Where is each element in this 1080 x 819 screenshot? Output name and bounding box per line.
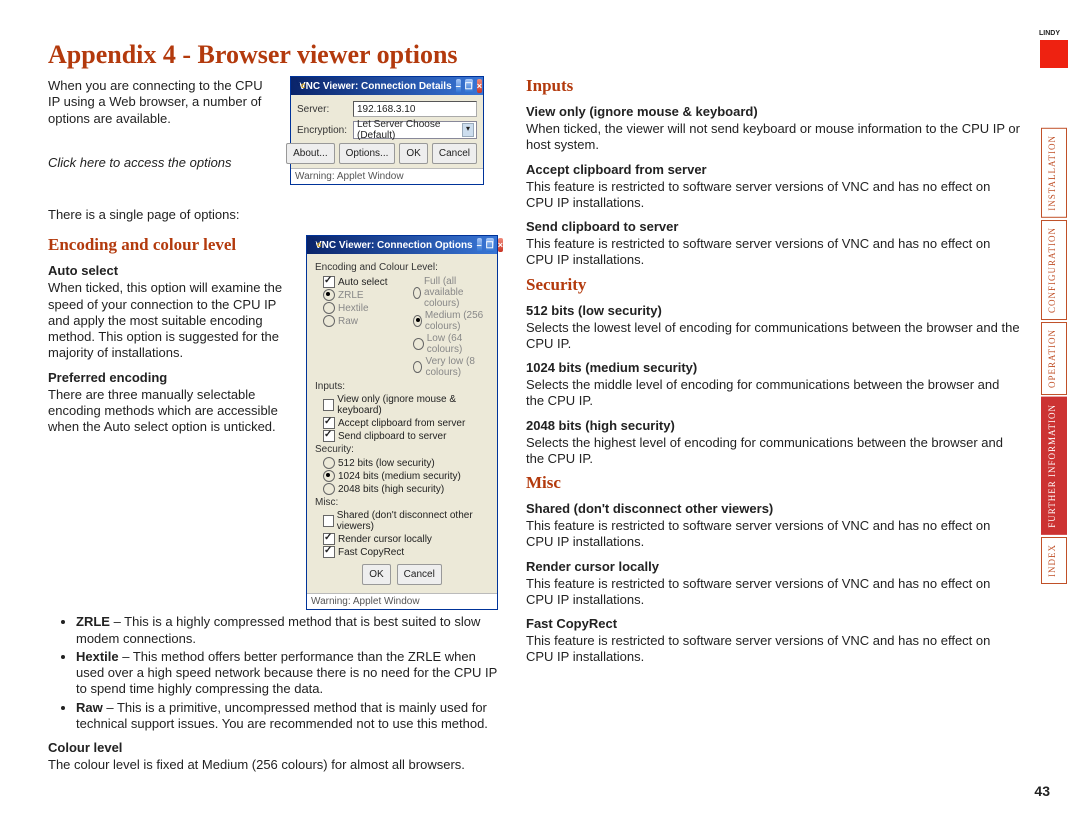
brand-logo <box>1040 40 1068 68</box>
nav-configuration[interactable]: Configuration <box>1041 220 1067 320</box>
auto-select-heading: Auto select <box>48 263 296 278</box>
sec1024-text: Selects the middle level of encoding for… <box>526 377 1020 410</box>
minimize-icon[interactable]: – <box>456 79 461 93</box>
group-security: Security: <box>315 444 491 455</box>
encryption-label: Encryption: <box>297 125 349 136</box>
group-misc: Misc: <box>315 497 491 508</box>
page-number: 43 <box>1034 783 1050 799</box>
low-colour-radio[interactable] <box>413 338 424 350</box>
close-icon[interactable]: × <box>498 238 503 252</box>
options-caption: Click here to access the options <box>48 155 278 171</box>
page-title: Appendix 4 - Browser viewer options <box>48 40 1020 70</box>
server-input[interactable]: 192.168.3.10 <box>353 101 477 117</box>
cancel-button[interactable]: Cancel <box>397 564 442 585</box>
preferred-encoding-text: There are three manually selectable enco… <box>48 387 296 436</box>
options-button[interactable]: Options... <box>339 143 396 164</box>
viewonly-checkbox[interactable] <box>323 399 334 411</box>
sec512-radio[interactable] <box>323 457 335 469</box>
list-item: Hextile – This method offers better perf… <box>76 649 498 698</box>
applet-warning: Warning: Applet Window <box>291 168 483 184</box>
list-item: Raw – This is a primitive, uncompressed … <box>76 700 498 733</box>
dialog-title: VNC Viewer: Connection Details <box>299 81 452 92</box>
brand-text: LINDY <box>1039 30 1060 37</box>
sec512-heading: 512 bits (low security) <box>526 303 1020 318</box>
sec2048-heading: 2048 bits (high security) <box>526 418 1020 433</box>
vnc-options-dialog: VNC Viewer: Connection Options – ☐ × Enc… <box>306 235 498 610</box>
render-heading: Render cursor locally <box>526 559 1020 574</box>
vlow-colour-radio[interactable] <box>413 361 422 373</box>
medium-colour-radio[interactable] <box>413 315 422 327</box>
shared-text: This feature is restricted to software s… <box>526 518 1020 551</box>
list-item: ZRLE – This is a highly compressed metho… <box>76 614 498 647</box>
nav-operation[interactable]: Operation <box>1041 322 1067 395</box>
about-button[interactable]: About... <box>286 143 334 164</box>
accept-clipboard-checkbox[interactable] <box>323 417 335 429</box>
nav-index[interactable]: Index <box>1041 537 1067 584</box>
group-encoding: Encoding and Colour Level: <box>315 262 491 273</box>
render-cursor-checkbox[interactable] <box>323 533 335 545</box>
viewonly-text: When ticked, the viewer will not send ke… <box>526 121 1020 154</box>
accept-clip-text: This feature is restricted to software s… <box>526 179 1020 212</box>
sec2048-radio[interactable] <box>323 483 335 495</box>
zrle-radio[interactable] <box>323 289 335 301</box>
applet-warning: Warning: Applet Window <box>307 593 497 609</box>
copyrect-checkbox[interactable] <box>323 546 335 558</box>
sec1024-radio[interactable] <box>323 470 335 482</box>
maximize-icon[interactable]: ☐ <box>486 238 494 252</box>
chevron-down-icon: ▾ <box>462 123 474 137</box>
shared-heading: Shared (don't disconnect other viewers) <box>526 501 1020 516</box>
fast-text: This feature is restricted to software s… <box>526 633 1020 666</box>
vnc-connection-dialog: VNC Viewer: Connection Details – ☐ × Ser… <box>290 76 484 185</box>
send-clip-text: This feature is restricted to software s… <box>526 236 1020 269</box>
viewonly-heading: View only (ignore mouse & keyboard) <box>526 104 1020 119</box>
dialog-title: VNC Viewer: Connection Options <box>315 240 473 251</box>
accept-clip-heading: Accept clipboard from server <box>526 162 1020 177</box>
nav-installation[interactable]: Installation <box>1041 128 1067 218</box>
encoding-section: Encoding and colour level <box>48 235 296 255</box>
ok-button[interactable]: OK <box>399 143 427 164</box>
misc-section: Misc <box>526 473 1020 493</box>
close-icon[interactable]: × <box>477 79 482 93</box>
encryption-select[interactable]: Let Server Choose (Default) ▾ <box>353 121 477 139</box>
cancel-button[interactable]: Cancel <box>432 143 477 164</box>
colour-level-text: The colour level is fixed at Medium (256… <box>48 757 498 773</box>
nav-further-information[interactable]: Further information <box>1041 397 1067 535</box>
full-colour-radio[interactable] <box>413 287 421 299</box>
raw-radio[interactable] <box>323 315 335 327</box>
maximize-icon[interactable]: ☐ <box>465 79 473 93</box>
security-section: Security <box>526 275 1020 295</box>
group-inputs: Inputs: <box>315 381 491 392</box>
shared-checkbox[interactable] <box>323 515 334 527</box>
sec512-text: Selects the lowest level of encoding for… <box>526 320 1020 353</box>
render-text: This feature is restricted to software s… <box>526 576 1020 609</box>
hextile-radio[interactable] <box>323 302 335 314</box>
minimize-icon[interactable]: – <box>477 238 482 252</box>
inputs-section: Inputs <box>526 76 1020 96</box>
fast-heading: Fast CopyRect <box>526 616 1020 631</box>
single-page-text: There is a single page of options: <box>48 207 498 223</box>
auto-select-checkbox[interactable] <box>323 276 335 288</box>
auto-select-text: When ticked, this option will examine th… <box>48 280 296 361</box>
server-label: Server: <box>297 104 349 115</box>
colour-level-heading: Colour level <box>48 740 498 755</box>
intro-text: When you are connecting to the CPU IP us… <box>48 78 278 127</box>
preferred-encoding-heading: Preferred encoding <box>48 370 296 385</box>
send-clip-heading: Send clipboard to server <box>526 219 1020 234</box>
sec2048-text: Selects the highest level of encoding fo… <box>526 435 1020 468</box>
send-clipboard-checkbox[interactable] <box>323 430 335 442</box>
sec1024-heading: 1024 bits (medium security) <box>526 360 1020 375</box>
ok-button[interactable]: OK <box>362 564 390 585</box>
